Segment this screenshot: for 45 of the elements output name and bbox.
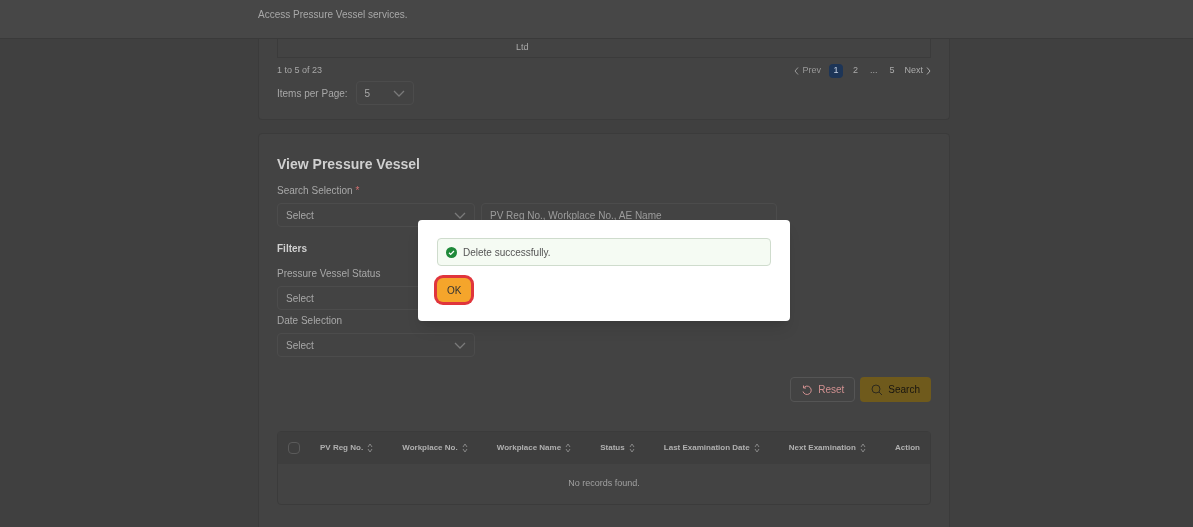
- items-per-page-label: Items per Page:: [277, 86, 348, 101]
- page-button[interactable]: 2: [850, 64, 860, 78]
- empty-message: No records found.: [567, 477, 641, 491]
- chevron-down-icon: [454, 341, 466, 349]
- column-header[interactable]: Workplace No.: [402, 442, 468, 454]
- chevron-right-icon: [926, 67, 931, 75]
- search-icon: [871, 383, 884, 396]
- column-header[interactable]: PV Reg No.: [320, 442, 374, 454]
- sort-icon: [628, 443, 635, 453]
- page-button[interactable]: 5: [887, 64, 897, 78]
- card-title: View Pressure Vessel: [277, 155, 420, 174]
- sort-icon: [565, 443, 572, 453]
- column-header[interactable]: Next Examination: [788, 442, 866, 454]
- success-message: Delete successfully.: [437, 238, 771, 266]
- column-header[interactable]: Workplace Name: [496, 442, 572, 454]
- chevron-down-icon: [454, 211, 466, 219]
- check-circle-icon: [446, 246, 457, 258]
- search-button[interactable]: Search: [860, 377, 931, 402]
- reset-icon: [801, 383, 814, 396]
- chevron-down-icon: [392, 89, 405, 97]
- field-label: Search Selection: [277, 184, 353, 198]
- page-button[interactable]: ...: [867, 64, 880, 78]
- header-subtitle: Access Pressure Vessel services.: [258, 9, 408, 20]
- ok-button[interactable]: OK: [437, 278, 472, 302]
- reset-button[interactable]: Reset: [790, 377, 856, 402]
- field-label: Pressure Vessel Status: [277, 267, 382, 281]
- table-cell: Ltd: [277, 39, 931, 58]
- next-link[interactable]: Next: [904, 64, 931, 78]
- page-button[interactable]: 1: [828, 64, 843, 78]
- field-label: Date Selection: [277, 314, 344, 328]
- column-header: Action: [895, 442, 920, 454]
- sort-icon: [859, 443, 866, 453]
- sort-icon: [367, 443, 374, 453]
- filter-select[interactable]: Select: [277, 333, 475, 357]
- range-text: 1 to 5 of 23: [277, 64, 323, 78]
- items-per-page-select[interactable]: 5: [355, 81, 414, 105]
- filters-title: Filters: [277, 242, 307, 256]
- required-mark: *: [355, 184, 360, 198]
- sort-icon: [461, 443, 468, 453]
- column-header[interactable]: Last Examination Date: [663, 442, 760, 454]
- select-all-checkbox[interactable]: [288, 442, 300, 454]
- chevron-left-icon: [794, 67, 800, 75]
- sort-icon: [753, 443, 760, 453]
- column-header[interactable]: Status: [600, 442, 635, 454]
- prev-link[interactable]: Prev: [794, 64, 821, 78]
